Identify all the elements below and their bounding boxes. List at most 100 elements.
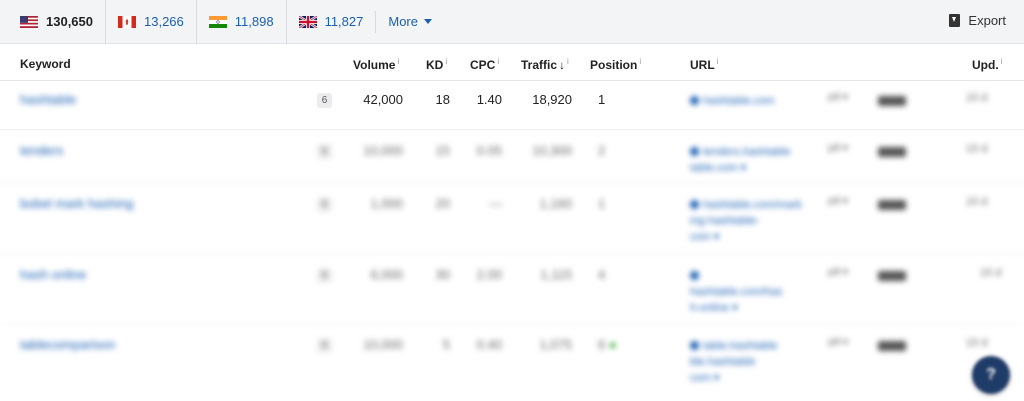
position-value: 6 ● [598, 337, 617, 352]
serp-button[interactable] [878, 339, 906, 354]
traffic-value: 1,115 [540, 267, 572, 282]
updated-value: 15 d [966, 92, 988, 104]
table-row: hashtable 6 42,000 18 1.40 18,920 1 hash… [0, 82, 1024, 130]
header-cpc[interactable]: CPC i [470, 57, 499, 72]
keyword-link[interactable]: bobel mark hashing [20, 196, 133, 211]
serp-features-badge[interactable]: 6 [317, 268, 332, 283]
position-value: 4 [598, 267, 606, 282]
country-tab-ca[interactable]: 13,266 [105, 0, 196, 44]
serp-button[interactable] [878, 269, 906, 284]
volume-value: 42,000 [363, 92, 403, 107]
keyword-link[interactable]: hashtable [20, 92, 76, 107]
serp-features-badge[interactable]: 6 [317, 93, 332, 108]
info-icon[interactable]: i [1001, 57, 1003, 66]
table-row: bobel mark hashing 6 1,000 20 — 1,160 1 … [0, 184, 1024, 254]
serp-features-badge[interactable]: 6 [317, 144, 332, 159]
cpc-value: 0.05 [476, 143, 502, 158]
country-count: 130,650 [46, 14, 93, 29]
info-icon[interactable]: i [567, 57, 569, 66]
position-change-indicator: ● [608, 337, 617, 352]
position-value: 2 [598, 143, 606, 158]
table-row: tablecomparison 6 10,000 5 0.40 1,075 6 … [0, 325, 1024, 401]
favicon-icon [690, 200, 699, 210]
serp-features-badge[interactable]: 6 [317, 338, 332, 353]
download-icon [949, 14, 961, 27]
serp-button[interactable] [878, 94, 906, 109]
serp-features-badge[interactable]: 6 [317, 197, 332, 212]
info-icon[interactable]: i [497, 57, 499, 66]
info-icon[interactable]: i [717, 57, 719, 66]
cpc-value: 2.00 [476, 267, 502, 282]
cpc-value: — [489, 196, 502, 211]
serp-button[interactable] [878, 198, 906, 213]
url-cell[interactable]: tenders.hashtable table.com ▾ [690, 143, 790, 175]
position-value: 1 [598, 92, 606, 107]
url-cell[interactable]: hashtable.com/mark ing-hashtable-com ▾ [690, 196, 802, 244]
kd-value: 18 [435, 92, 450, 107]
country-tab-gb[interactable]: 11,827 [285, 0, 376, 44]
header-position[interactable]: Position i [590, 57, 641, 72]
header-kd[interactable]: KD i [426, 57, 447, 72]
header-traffic[interactable]: Traffic ↓ i [521, 57, 569, 72]
kd-value: 5 [442, 337, 450, 352]
uk-flag-icon [298, 15, 317, 28]
us-flag-icon [20, 15, 38, 28]
header-volume[interactable]: Volume i [353, 57, 399, 72]
cpc-value: 0.40 [476, 337, 502, 352]
kd-value: 15 [435, 143, 450, 158]
volume-value: 10,000 [363, 337, 403, 352]
country-tab-us[interactable]: 130,650 [0, 0, 105, 44]
url-cell[interactable]: hashtable.com [690, 92, 775, 108]
help-chat-button[interactable]: ? [972, 356, 1010, 394]
favicon-icon [690, 147, 699, 157]
favicon-icon [690, 341, 699, 351]
table-row: hash online 6 6,000 30 2.00 1,115 4 hash… [0, 255, 1024, 324]
url-cell[interactable]: table.hashtable ble.hashtable com ▾ [690, 337, 778, 385]
updated-value: 15 d [966, 196, 988, 208]
sort-down-icon: ↓ [559, 58, 566, 72]
serp-history-button[interactable]: pill ▾ [828, 143, 848, 154]
serp-history-button[interactable]: pill ▾ [828, 92, 848, 103]
position-value: 1 [598, 196, 606, 211]
keyword-link[interactable]: tenders [20, 143, 63, 158]
cpc-value: 1.40 [476, 92, 502, 107]
url-cell[interactable]: hashtable.com/has h-online ▾ [690, 267, 782, 315]
keyword-link[interactable]: hash online [20, 267, 87, 282]
info-icon[interactable]: i [445, 57, 447, 66]
serp-history-button[interactable]: pill ▾ [828, 196, 848, 207]
header-keyword[interactable]: Keyword [20, 57, 71, 71]
traffic-value: 1,160 [539, 196, 572, 211]
country-tab-in[interactable]: 11,898 [195, 0, 286, 44]
kd-value: 30 [435, 267, 450, 282]
traffic-value: 1,075 [539, 337, 572, 352]
country-count: 11,827 [324, 14, 364, 29]
volume-value: 6,000 [370, 267, 403, 282]
traffic-value: 18,920 [532, 92, 572, 107]
info-icon[interactable]: i [397, 57, 399, 66]
updated-value: 15 d [980, 267, 1002, 279]
india-flag-icon [208, 15, 227, 28]
serp-history-button[interactable]: pill ▾ [828, 267, 848, 278]
traffic-value: 10,300 [532, 143, 572, 158]
export-button[interactable]: Export [949, 13, 1006, 28]
serp-button[interactable] [878, 145, 906, 160]
updated-value: 15 d [966, 337, 988, 349]
serp-history-button[interactable]: pill ▾ [828, 337, 848, 348]
info-icon[interactable]: i [639, 57, 641, 66]
keyword-link[interactable]: tablecomparison [20, 337, 115, 352]
header-updated[interactable]: Upd. i [972, 57, 1002, 72]
more-countries-dropdown[interactable]: More [375, 10, 432, 33]
favicon-icon [690, 96, 699, 106]
updated-value: 15 d [966, 143, 988, 155]
table-row: tenders 6 10,000 15 0.05 10,300 2 tender… [0, 131, 1024, 183]
volume-value: 1,000 [370, 196, 403, 211]
favicon-icon [690, 271, 699, 281]
export-label: Export [968, 13, 1006, 28]
country-count: 13,266 [144, 14, 184, 29]
kd-value: 20 [435, 196, 450, 211]
caret-down-icon [423, 19, 432, 24]
canada-flag-icon [118, 15, 136, 28]
header-url[interactable]: URL i [690, 57, 718, 72]
country-tabs-bar: 130,650 13,266 11,898 11,827 More [0, 0, 1024, 44]
table-header: Keyword Volume i KD i CPC i Traffic ↓ i Posit… [0, 44, 1024, 81]
